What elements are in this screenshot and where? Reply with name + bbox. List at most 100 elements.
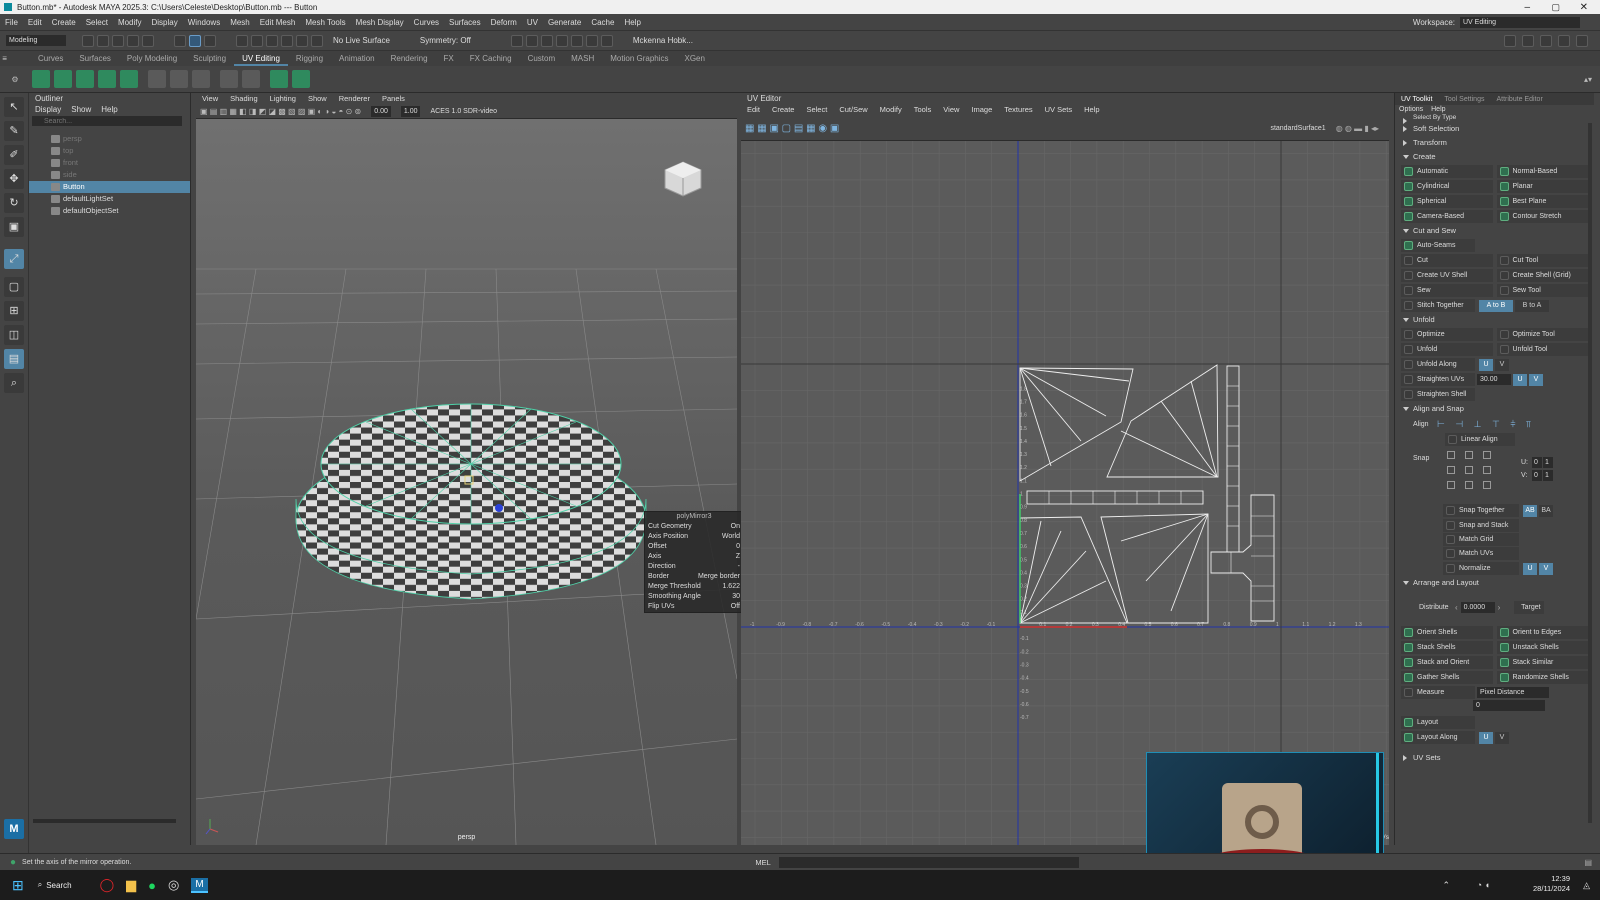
save-scene-icon[interactable] xyxy=(112,34,124,47)
outliner-item[interactable]: side xyxy=(29,169,190,181)
transform-section[interactable]: Transform xyxy=(1395,136,1594,150)
straighten-u[interactable]: U xyxy=(1513,373,1527,386)
live-surface-label[interactable]: No Live Surface xyxy=(333,36,390,45)
attr-value[interactable]: 1.622 xyxy=(722,582,740,592)
unfold-button[interactable]: Unfold xyxy=(1401,343,1493,356)
uv-menu-edit[interactable]: Edit xyxy=(747,104,760,116)
camera-based-button[interactable]: Camera-Based xyxy=(1401,210,1493,223)
snap-ab[interactable]: AB xyxy=(1523,504,1537,517)
menu-curves[interactable]: Curves xyxy=(414,18,439,27)
viewport-menu-lighting[interactable]: Lighting xyxy=(270,93,296,105)
straighten-uvs-button[interactable]: Straighten UVs xyxy=(1401,373,1475,386)
spotify-icon[interactable]: ● xyxy=(148,878,156,893)
snap-u-max[interactable]: 1 xyxy=(1543,457,1553,468)
sew-tool-button[interactable]: Sew Tool xyxy=(1496,284,1588,297)
shelf-scroll-icon[interactable]: ▴▾ xyxy=(1584,75,1592,84)
select-by-type-section[interactable]: Select By Type xyxy=(1395,114,1594,124)
cut-button[interactable]: Cut xyxy=(1401,254,1493,267)
color-space-label[interactable]: ACES 1.0 SDR-video xyxy=(430,108,497,115)
undo-icon[interactable] xyxy=(127,34,139,47)
poly-mirror-row[interactable]: Flip UVs Off xyxy=(645,602,743,612)
uv-sets-section[interactable]: UV Sets xyxy=(1395,751,1594,765)
menu-file[interactable]: File xyxy=(5,18,18,27)
menu-windows[interactable]: Windows xyxy=(188,18,220,27)
cut-sew-section[interactable]: Cut and Sew xyxy=(1395,224,1594,238)
cut-tool-button[interactable]: Cut Tool xyxy=(1496,254,1588,267)
match-grid-button[interactable]: Match Grid xyxy=(1443,533,1519,546)
menu-surfaces[interactable]: Surfaces xyxy=(449,18,481,27)
outliner-hscrollbar[interactable] xyxy=(33,819,176,823)
new-scene-icon[interactable] xyxy=(82,34,94,47)
tray-chevron-icon[interactable]: ⌃ xyxy=(1442,880,1450,891)
unfold-section[interactable]: Unfold xyxy=(1395,313,1594,327)
shelf-tab-xgen[interactable]: XGen xyxy=(677,51,713,66)
shelf-menu-icon[interactable]: ≡ xyxy=(0,54,30,63)
outliner-item[interactable]: front xyxy=(29,157,190,169)
randomize-shells-button[interactable]: Randomize Shells xyxy=(1496,671,1588,684)
distribute-left-icon[interactable]: ‹ xyxy=(1455,603,1458,612)
uv-layout-icon[interactable]: ▤ xyxy=(4,349,24,369)
taskbar-search[interactable]: ⌕ Search xyxy=(38,880,72,890)
viewport-menu-view[interactable]: View xyxy=(202,93,218,105)
script-language-toggle[interactable]: MEL xyxy=(755,858,770,867)
user-account[interactable]: Mckenna Hobk... xyxy=(633,36,693,45)
spherical-mapping-icon[interactable] xyxy=(98,70,116,88)
toolkit-menu-options[interactable]: Options xyxy=(1399,106,1423,113)
sew-uv-icon[interactable] xyxy=(170,70,188,88)
snap-v-min[interactable]: 0 xyxy=(1532,470,1542,481)
outliner-item[interactable]: Button xyxy=(29,181,190,193)
shelf-tab-surfaces[interactable]: Surfaces xyxy=(71,51,119,66)
menu-mesh-tools[interactable]: Mesh Tools xyxy=(305,18,345,27)
planar-button[interactable]: Planar xyxy=(1496,180,1588,193)
select-hierarchy-icon[interactable] xyxy=(174,34,186,47)
select-component-icon[interactable] xyxy=(204,34,216,47)
viewport-menu-renderer[interactable]: Renderer xyxy=(339,93,370,105)
create-uv-shell-button[interactable]: Create UV Shell xyxy=(1401,269,1493,282)
snap-v-max[interactable]: 1 xyxy=(1543,470,1553,481)
toolkit-scrollbar[interactable] xyxy=(1588,123,1592,823)
toolkit-tab-uv-toolkit[interactable]: UV Toolkit xyxy=(1395,96,1438,103)
file-explorer-icon[interactable]: ▆ xyxy=(126,877,136,893)
uv-menu-textures[interactable]: Textures xyxy=(1004,104,1032,116)
minimize-icon[interactable]: – xyxy=(1524,2,1530,13)
snap-u-min[interactable]: 0 xyxy=(1532,457,1542,468)
normalize-v[interactable]: V xyxy=(1539,562,1553,575)
menu-deform[interactable]: Deform xyxy=(491,18,517,27)
snap-curve-icon[interactable] xyxy=(251,34,263,47)
menu-uv[interactable]: UV xyxy=(527,18,538,27)
best-plane-button[interactable]: Best Plane xyxy=(1496,195,1588,208)
straighten-shell-button[interactable]: Straighten Shell xyxy=(1401,388,1475,401)
poly-mirror-row[interactable]: Merge Threshold 1.622 xyxy=(645,582,743,592)
optimize-tool-button[interactable]: Optimize Tool xyxy=(1496,328,1588,341)
b-to-a-button[interactable]: B to A xyxy=(1515,299,1549,312)
layout-along-v[interactable]: V xyxy=(1495,731,1509,744)
layout-along-u[interactable]: U xyxy=(1479,731,1493,744)
settings-gear-icon[interactable] xyxy=(1576,34,1588,47)
open-scene-icon[interactable] xyxy=(97,34,109,47)
attr-value[interactable]: - xyxy=(738,562,740,572)
snap-ba[interactable]: BA xyxy=(1539,504,1553,517)
viewport-scene[interactable]: persp xyxy=(195,119,738,846)
shelf-tab-curves[interactable]: Curves xyxy=(30,51,71,66)
uv-menu-create[interactable]: Create xyxy=(772,104,795,116)
shelf-tab-custom[interactable]: Custom xyxy=(520,51,564,66)
rotate-tool-icon[interactable]: ↻ xyxy=(4,193,24,213)
unfold-icon[interactable] xyxy=(220,70,238,88)
linear-align-button[interactable]: Linear Align xyxy=(1445,433,1515,446)
close-icon[interactable]: ✕ xyxy=(1580,2,1588,13)
symmetry-dropdown[interactable]: Symmetry: Off xyxy=(420,36,471,45)
poly-mirror-row[interactable]: Cut Geometry On xyxy=(645,522,743,532)
snap-plane-icon[interactable] xyxy=(311,34,323,47)
menu-modify[interactable]: Modify xyxy=(118,18,142,27)
near-clip-field[interactable]: 0.00 xyxy=(371,106,391,117)
shelf-tab-uv-editing[interactable]: UV Editing xyxy=(234,51,288,66)
perspective-viewport[interactable]: View Shading Lighting Show Renderer Panels ▣ … xyxy=(195,93,738,846)
stack-shells-button[interactable]: Stack Shells xyxy=(1401,641,1493,654)
menu-cache[interactable]: Cache xyxy=(591,18,614,27)
stack-similar-button[interactable]: Stack Similar xyxy=(1496,656,1588,669)
poly-mirror-row[interactable]: Axis Position World xyxy=(645,532,743,542)
uv-menu-tools[interactable]: Tools xyxy=(914,104,932,116)
outliner-item[interactable]: top xyxy=(29,145,190,157)
straighten-angle-field[interactable]: 30.00 xyxy=(1477,374,1511,385)
outliner-menu-show[interactable]: Show xyxy=(71,105,91,114)
